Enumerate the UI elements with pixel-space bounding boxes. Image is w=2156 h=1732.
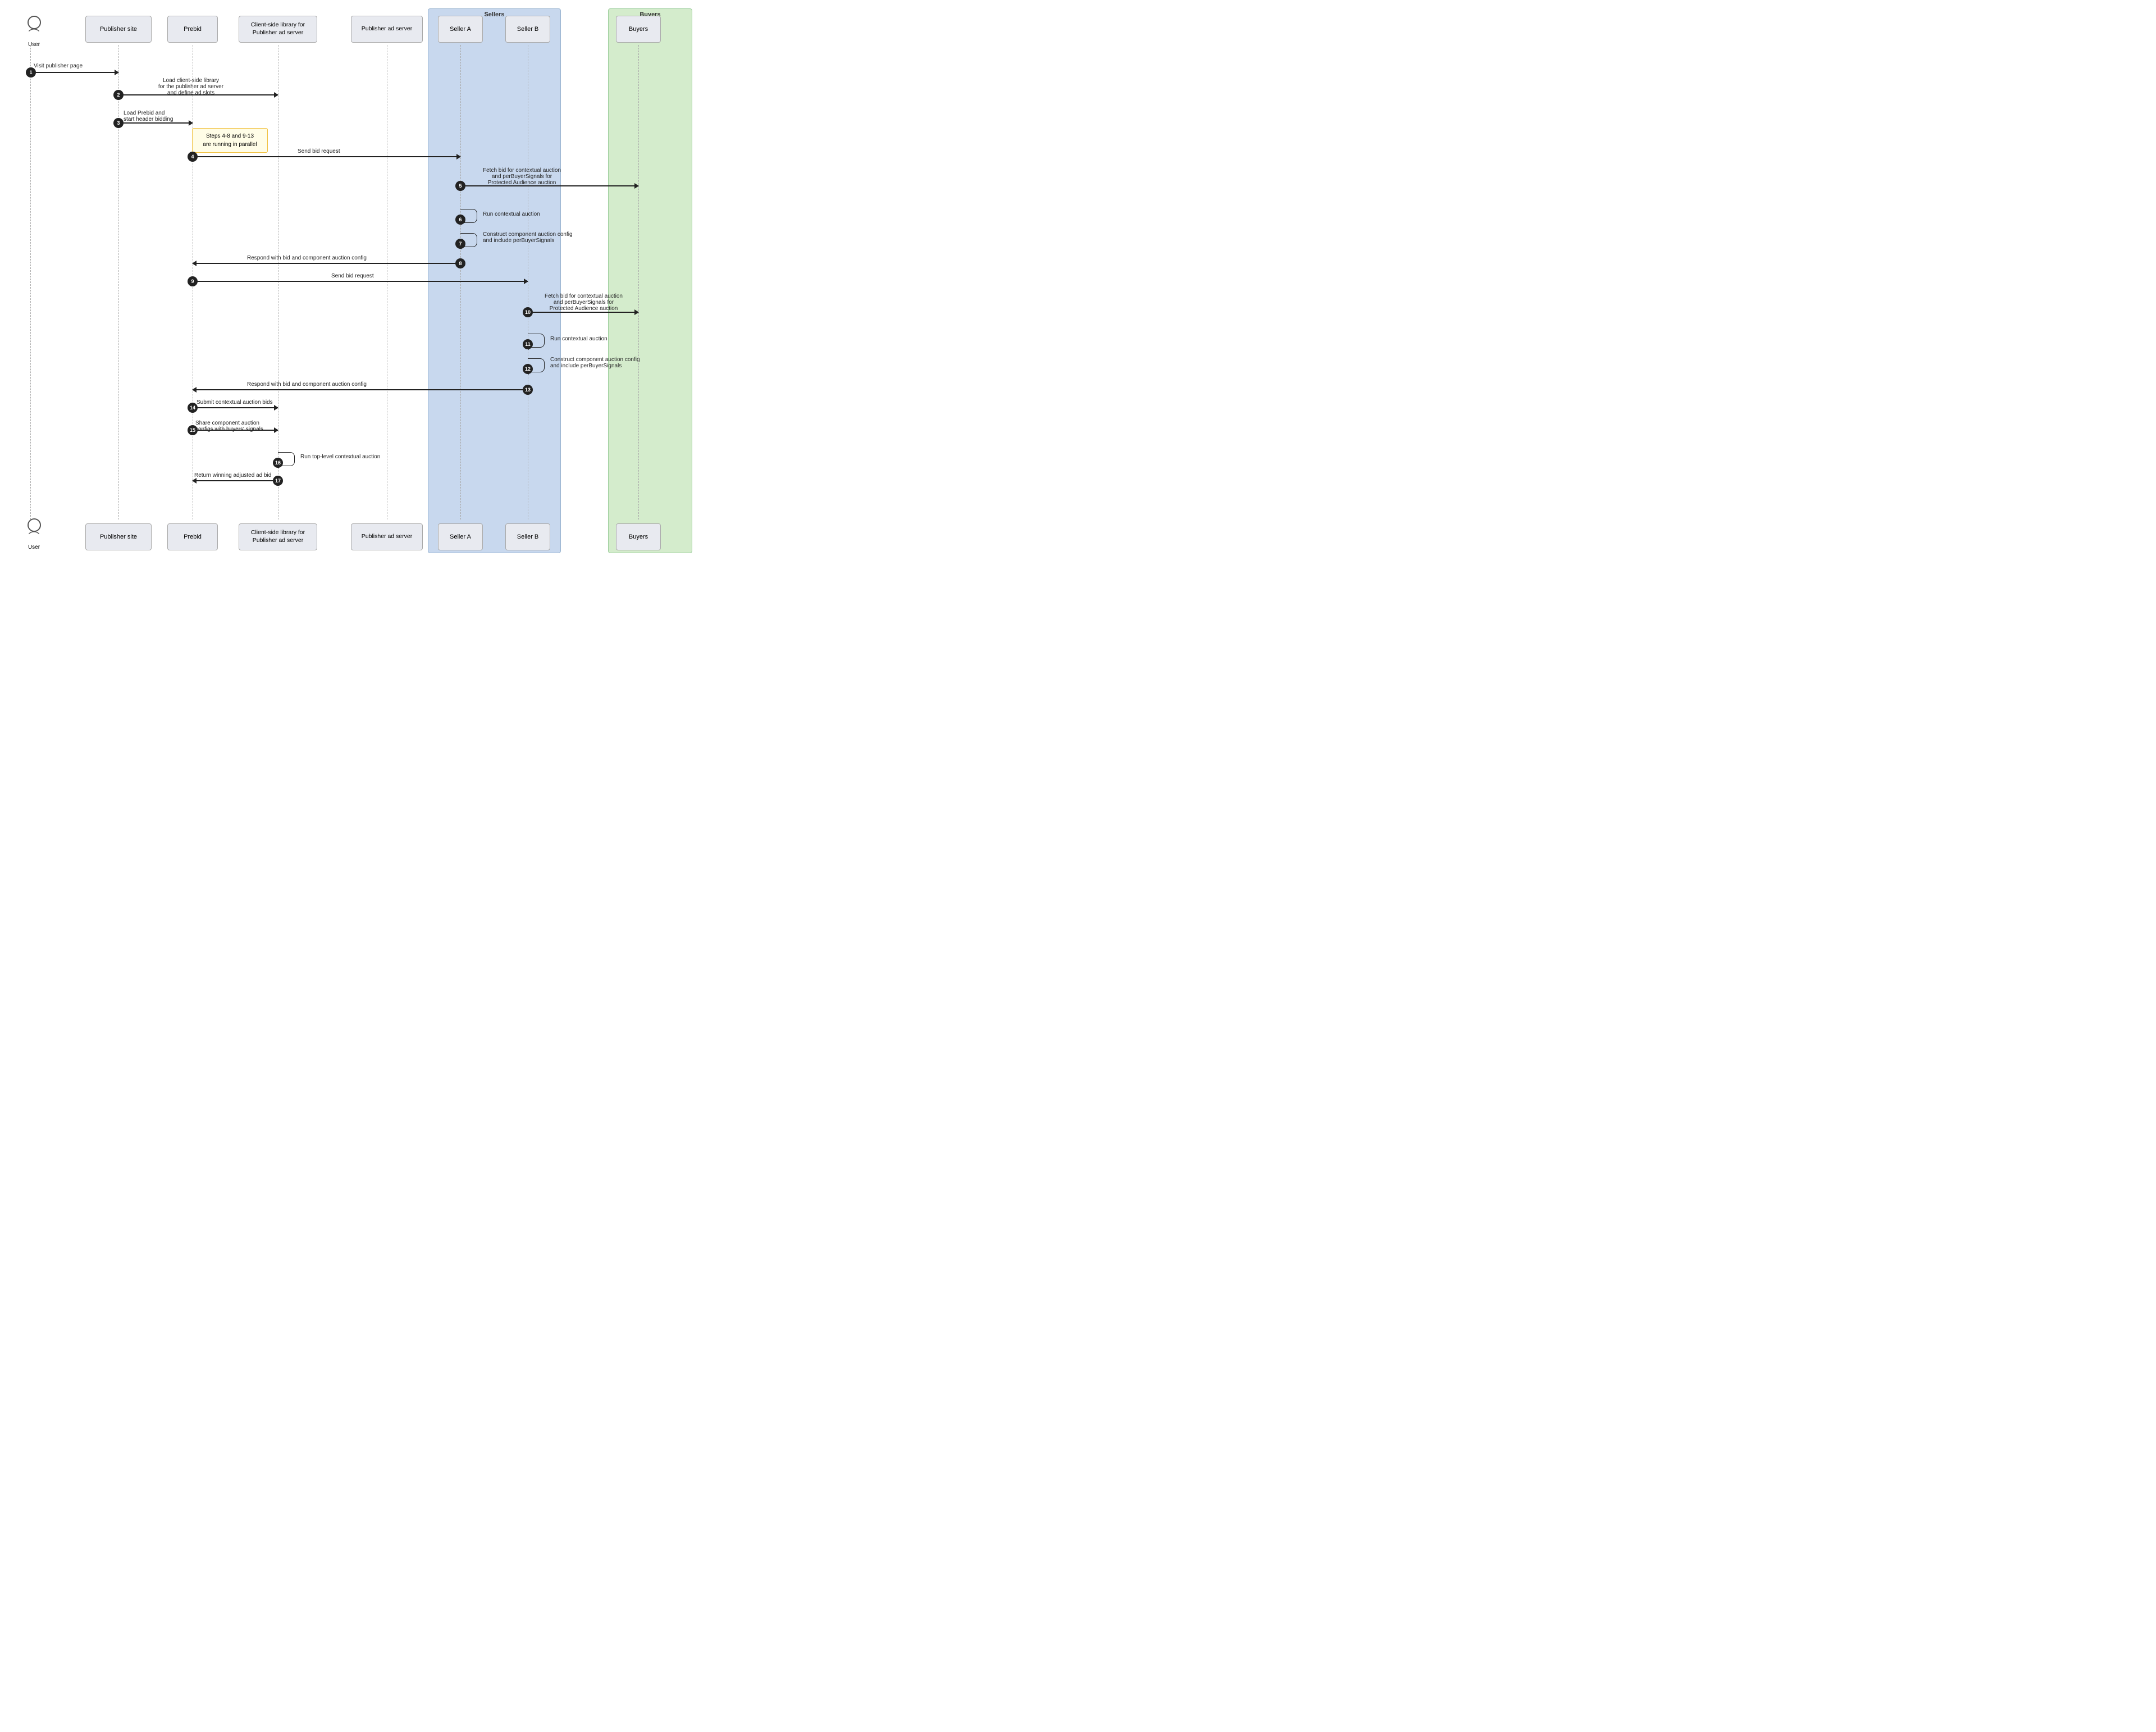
step16-label: Run top-level contextual auction [300, 454, 380, 460]
step15-label: Share component auctionconfigs with buye… [195, 420, 263, 432]
step17-badge: 17 [273, 476, 283, 486]
step13-badge: 13 [523, 385, 533, 395]
step17-arrow [193, 480, 278, 481]
step11-label: Run contextual auction [550, 336, 607, 342]
pub-ad-server-bottom: Publisher ad server [351, 523, 423, 550]
step4-arrow [193, 156, 460, 157]
step9-label: Send bid request [331, 273, 374, 279]
prebid-top: Prebid [167, 16, 218, 43]
step1-badge: 1 [26, 67, 36, 78]
buyers-group: Buyers [608, 8, 692, 553]
step8-label: Respond with bid and component auction c… [247, 255, 367, 261]
step12-badge: 12 [523, 364, 533, 374]
step10-badge: 10 [523, 307, 533, 317]
lifeline-publisher-site [118, 45, 120, 519]
step14-arrow [193, 407, 278, 408]
seller-a-top: Seller A [438, 16, 483, 43]
step11-badge: 11 [523, 339, 533, 349]
user-label-top: User [16, 42, 52, 48]
parallel-note: Steps 4-8 and 9-13are running in paralle… [192, 128, 268, 153]
step1-label: Visit publisher page [34, 63, 83, 69]
step13-arrow [193, 389, 528, 390]
step13-label: Respond with bid and component auction c… [247, 381, 367, 388]
step17-label: Return winning adjusted ad bid [194, 472, 271, 478]
step8-arrow [193, 263, 460, 264]
step4-label: Send bid request [298, 148, 340, 154]
user-label-bottom: User [16, 544, 52, 550]
client-lib-bottom: Client-side library forPublisher ad serv… [239, 523, 317, 550]
user-body-top: ⌒ [16, 30, 52, 39]
buyers-bottom: Buyers [616, 523, 661, 550]
lifeline-client-lib [278, 45, 279, 519]
step14-badge: 14 [188, 403, 198, 413]
step8-badge: 8 [455, 258, 465, 268]
step9-arrow [193, 281, 528, 282]
step3-label: Load Prebid andstart header bidding [124, 110, 173, 122]
client-lib-top: Client-side library forPublisher ad serv… [239, 16, 317, 43]
step2-badge: 2 [113, 90, 124, 100]
step1-arrow [31, 72, 118, 73]
step3-arrow [118, 122, 193, 124]
step10-label: Fetch bid for contextual auctionand perB… [545, 293, 623, 312]
step15-badge: 15 [188, 425, 198, 435]
lifeline-pub-ad-server [387, 45, 388, 519]
step2-label: Load client-side libraryfor the publishe… [135, 78, 247, 96]
sequence-diagram: Sellers Buyers ⌒ User Publisher site Pre… [0, 0, 696, 562]
step12-label: Construct component auction configand in… [550, 357, 640, 369]
step5-arrow [460, 185, 638, 186]
step5-badge: 5 [455, 181, 465, 191]
step14-label: Submit contextual auction bids [197, 399, 273, 405]
buyers-top: Buyers [616, 16, 661, 43]
prebid-bottom: Prebid [167, 523, 218, 550]
step3-badge: 3 [113, 118, 124, 128]
publisher-site-bottom: Publisher site [85, 523, 152, 550]
step16-badge: 16 [273, 458, 283, 468]
user-icon-bottom [28, 518, 41, 532]
user-top: ⌒ User [16, 16, 52, 48]
lifeline-buyers [638, 45, 640, 519]
user-icon-top [28, 16, 41, 29]
step6-label: Run contextual auction [483, 211, 540, 217]
user-bottom: ⌒ User [16, 518, 52, 550]
step15-arrow [193, 430, 278, 431]
step6-badge: 6 [455, 215, 465, 225]
step2-arrow [118, 94, 278, 95]
lifeline-seller-a [460, 45, 462, 519]
user-body-bottom: ⌒ [16, 533, 52, 542]
seller-a-bottom: Seller A [438, 523, 483, 550]
lifeline-user [30, 45, 31, 519]
step9-badge: 9 [188, 276, 198, 286]
seller-b-top: Seller B [505, 16, 550, 43]
seller-b-bottom: Seller B [505, 523, 550, 550]
publisher-site-top: Publisher site [85, 16, 152, 43]
step7-badge: 7 [455, 239, 465, 249]
pub-ad-server-top: Publisher ad server [351, 16, 423, 43]
step5-label: Fetch bid for contextual auctionand perB… [483, 167, 561, 186]
step4-badge: 4 [188, 152, 198, 162]
step10-arrow [528, 312, 638, 313]
